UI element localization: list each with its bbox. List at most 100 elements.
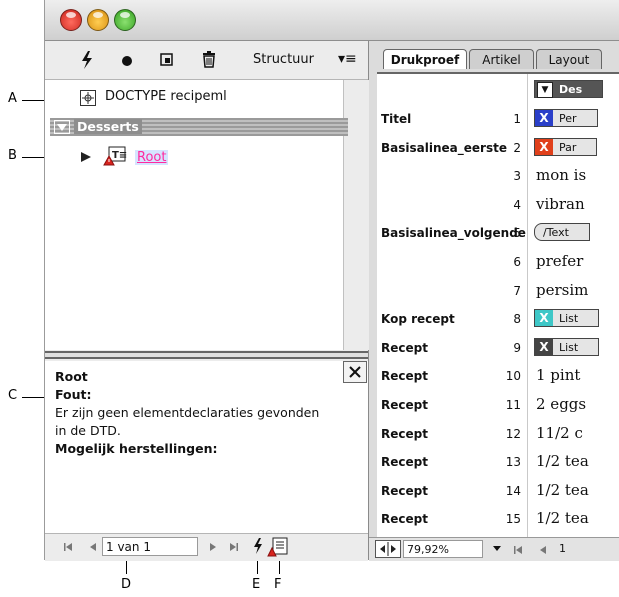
row-tag-label: Basisalinea_eerste bbox=[381, 140, 507, 155]
row-line-number: 7 bbox=[513, 283, 521, 298]
error-story-icon[interactable] bbox=[267, 536, 289, 561]
story-row[interactable]: 4 bbox=[377, 194, 527, 216]
tab-artikel-label: Artikel bbox=[482, 53, 521, 67]
validate-lightning-icon[interactable] bbox=[252, 537, 264, 558]
element-row-desserts[interactable]: Desserts bbox=[50, 118, 348, 136]
story-text[interactable]: persim bbox=[536, 280, 588, 300]
callout-a: A bbox=[8, 91, 17, 106]
story-row[interactable]: Recept 9 bbox=[377, 337, 527, 359]
tag-marker[interactable]: X List bbox=[534, 337, 600, 356]
close-info-button[interactable] bbox=[343, 361, 367, 383]
new-element-icon[interactable] bbox=[157, 50, 177, 75]
story-row[interactable]: Titel 1 bbox=[377, 108, 527, 130]
page-field[interactable]: 1 van 1 bbox=[102, 537, 198, 556]
tag-marker[interactable]: /Text bbox=[534, 223, 590, 242]
row-tag-label: Kop recept bbox=[381, 312, 455, 327]
app-window: Structuur ▾≡ DOCTYPE recipeml Desserts T… bbox=[44, 0, 619, 561]
row-line-number: 11 bbox=[505, 398, 521, 412]
previous-page-icon[interactable] bbox=[539, 544, 547, 558]
story-text[interactable]: prefer bbox=[536, 251, 583, 271]
structure-bottom-bar: 1 van 1 bbox=[45, 533, 368, 561]
story-row[interactable]: Kop recept 8 bbox=[377, 308, 527, 330]
story-row[interactable]: Recept 12 bbox=[377, 423, 527, 445]
record-dot-icon[interactable] bbox=[117, 50, 137, 75]
tag-color-icon: X bbox=[535, 138, 553, 155]
structure-menu-label[interactable]: Structuur bbox=[253, 52, 314, 67]
row-line-number: 1 bbox=[513, 112, 521, 126]
row-tag-label: Recept bbox=[381, 455, 428, 470]
story-row[interactable]: 6 bbox=[377, 251, 527, 273]
panel-divider[interactable] bbox=[45, 351, 368, 359]
story-text[interactable]: vibran bbox=[536, 194, 585, 214]
row-line-number: 9 bbox=[513, 340, 521, 355]
page-number-field[interactable]: 1 bbox=[559, 540, 566, 558]
callout-d: D bbox=[121, 577, 132, 592]
row-tag-label: Recept bbox=[381, 426, 428, 441]
story-row[interactable]: Recept 13 bbox=[377, 451, 527, 473]
first-page-icon[interactable] bbox=[513, 544, 523, 558]
last-page-icon[interactable] bbox=[229, 541, 239, 555]
story-text[interactable]: 1 pint bbox=[536, 365, 580, 385]
trash-icon[interactable] bbox=[199, 50, 219, 75]
story-bottom-bar: 79,92% 1 bbox=[369, 537, 619, 561]
close-window-button[interactable] bbox=[60, 9, 82, 31]
row-tag-label: Recept bbox=[381, 512, 428, 527]
tag-marker-label: List bbox=[559, 312, 579, 326]
row-line-number: 12 bbox=[505, 426, 521, 441]
story-text[interactable]: 1/2 tea bbox=[536, 508, 589, 528]
element-label-desserts: Desserts bbox=[74, 119, 142, 134]
row-tag-label: Recept bbox=[381, 483, 428, 498]
collapse-triangle-icon[interactable] bbox=[54, 120, 70, 134]
previous-page-icon[interactable] bbox=[89, 541, 97, 555]
callout-e: E bbox=[252, 577, 261, 592]
story-text[interactable]: mon is bbox=[536, 165, 586, 185]
story-row[interactable]: Recept 14 bbox=[377, 480, 527, 502]
story-text[interactable]: 1/2 tea bbox=[536, 480, 589, 500]
split-view-icon[interactable] bbox=[375, 540, 401, 558]
zoom-dropdown-icon[interactable] bbox=[491, 540, 503, 559]
tab-layout[interactable]: Layout bbox=[536, 49, 602, 69]
tag-marker[interactable]: X List bbox=[534, 309, 600, 328]
root-element-label[interactable]: Root bbox=[135, 150, 169, 165]
tab-artikel[interactable]: Artikel bbox=[469, 49, 534, 69]
story-row[interactable]: 7 bbox=[377, 280, 527, 302]
callout-b: B bbox=[8, 148, 17, 163]
first-page-icon[interactable] bbox=[63, 541, 73, 555]
panel-menu-icon[interactable]: ▾≡ bbox=[338, 51, 357, 67]
tab-drukproef[interactable]: Drukproef bbox=[383, 49, 467, 69]
story-text[interactable]: 11/2 c bbox=[536, 423, 583, 443]
row-line-number: 4 bbox=[513, 197, 521, 212]
story-row[interactable]: Recept 15 bbox=[377, 508, 527, 530]
next-page-icon[interactable] bbox=[209, 541, 217, 555]
info-fixes-label: Mogelijk herstellingen: bbox=[55, 441, 218, 456]
row-tag-label: Recept bbox=[381, 340, 428, 355]
story-row[interactable]: 3 bbox=[377, 165, 527, 187]
lightning-icon[interactable] bbox=[77, 50, 97, 75]
story-row[interactable]: Basisalinea_eerste 2 bbox=[377, 137, 527, 159]
doctype-label[interactable]: DOCTYPE recipeml bbox=[105, 89, 227, 104]
story-row[interactable]: Recept 10 bbox=[377, 365, 527, 387]
tag-marker-desserts[interactable]: ▼ Des bbox=[534, 80, 604, 98]
info-title: Root bbox=[55, 369, 88, 384]
story-row[interactable]: Recept 11 bbox=[377, 394, 527, 416]
row-tag-label: Recept bbox=[381, 369, 428, 384]
expand-triangle-icon[interactable] bbox=[80, 151, 92, 166]
row-line-number: 2 bbox=[513, 140, 521, 155]
tag-color-icon: X bbox=[535, 310, 553, 327]
row-line-number: 10 bbox=[505, 369, 521, 384]
zoom-field[interactable]: 79,92% bbox=[403, 540, 483, 558]
row-tag-label: Titel bbox=[381, 112, 412, 126]
story-text[interactable]: 1/2 tea bbox=[536, 451, 589, 471]
info-error-text-1: Er zijn geen elementdeclaraties gevonden bbox=[55, 405, 320, 420]
zoom-window-button[interactable] bbox=[114, 9, 136, 31]
tag-marker[interactable]: X Per bbox=[534, 109, 598, 127]
tag-marker-label: /Text bbox=[543, 226, 569, 240]
story-text[interactable]: 2 eggs bbox=[536, 394, 586, 414]
minimize-window-button[interactable] bbox=[87, 9, 109, 31]
tag-marker-label: List bbox=[559, 340, 579, 354]
story-row[interactable]: Basisalinea_volgende 5 bbox=[377, 222, 527, 244]
row-line-number: 6 bbox=[513, 255, 521, 269]
tag-marker-label: Des bbox=[559, 83, 583, 96]
structure-toolbar: Structuur ▾≡ bbox=[45, 41, 368, 80]
tag-marker[interactable]: X Par bbox=[534, 137, 598, 156]
